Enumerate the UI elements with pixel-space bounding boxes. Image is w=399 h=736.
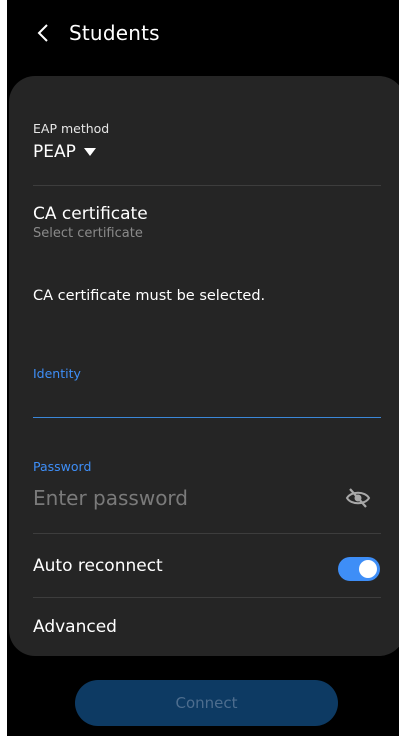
- eye-off-icon[interactable]: [345, 487, 371, 509]
- advanced-label: Advanced: [33, 617, 117, 637]
- auto-reconnect-row[interactable]: Auto reconnect: [33, 556, 381, 576]
- password-label: Password: [33, 459, 92, 474]
- identity-field[interactable]: Identity: [33, 366, 381, 381]
- toggle-knob: [359, 560, 377, 578]
- app-bar: Students: [7, 0, 399, 66]
- screen: Students EAP method PEAP CA certificate …: [7, 0, 399, 736]
- ca-certificate-item[interactable]: CA certificate Select certificate: [33, 204, 381, 241]
- identity-label: Identity: [33, 366, 81, 381]
- eap-method-label: EAP method: [33, 121, 110, 136]
- eap-method-dropdown[interactable]: PEAP: [33, 142, 381, 162]
- divider: [33, 597, 381, 598]
- ca-certificate-subtitle: Select certificate: [33, 226, 143, 241]
- ca-certificate-warning: CA certificate must be selected.: [33, 288, 266, 304]
- divider: [33, 533, 381, 534]
- ca-certificate-title: CA certificate: [33, 204, 148, 224]
- divider: [33, 185, 381, 186]
- chevron-left-icon: [37, 24, 48, 42]
- password-field[interactable]: Password Enter password: [33, 459, 381, 510]
- page-title: Students: [69, 21, 160, 45]
- identity-underline: [33, 417, 381, 418]
- advanced-item[interactable]: Advanced: [33, 617, 381, 637]
- auto-reconnect-toggle[interactable]: [338, 557, 380, 581]
- eap-method-value: PEAP: [33, 142, 76, 162]
- eap-method-field[interactable]: EAP method PEAP: [33, 121, 381, 162]
- back-button[interactable]: [33, 18, 53, 48]
- password-input[interactable]: Enter password: [33, 486, 188, 510]
- auto-reconnect-label: Auto reconnect: [33, 556, 163, 576]
- connect-button[interactable]: Connect: [75, 680, 338, 726]
- dropdown-arrow-icon: [83, 148, 96, 156]
- settings-card: EAP method PEAP CA certificate Select ce…: [9, 76, 399, 656]
